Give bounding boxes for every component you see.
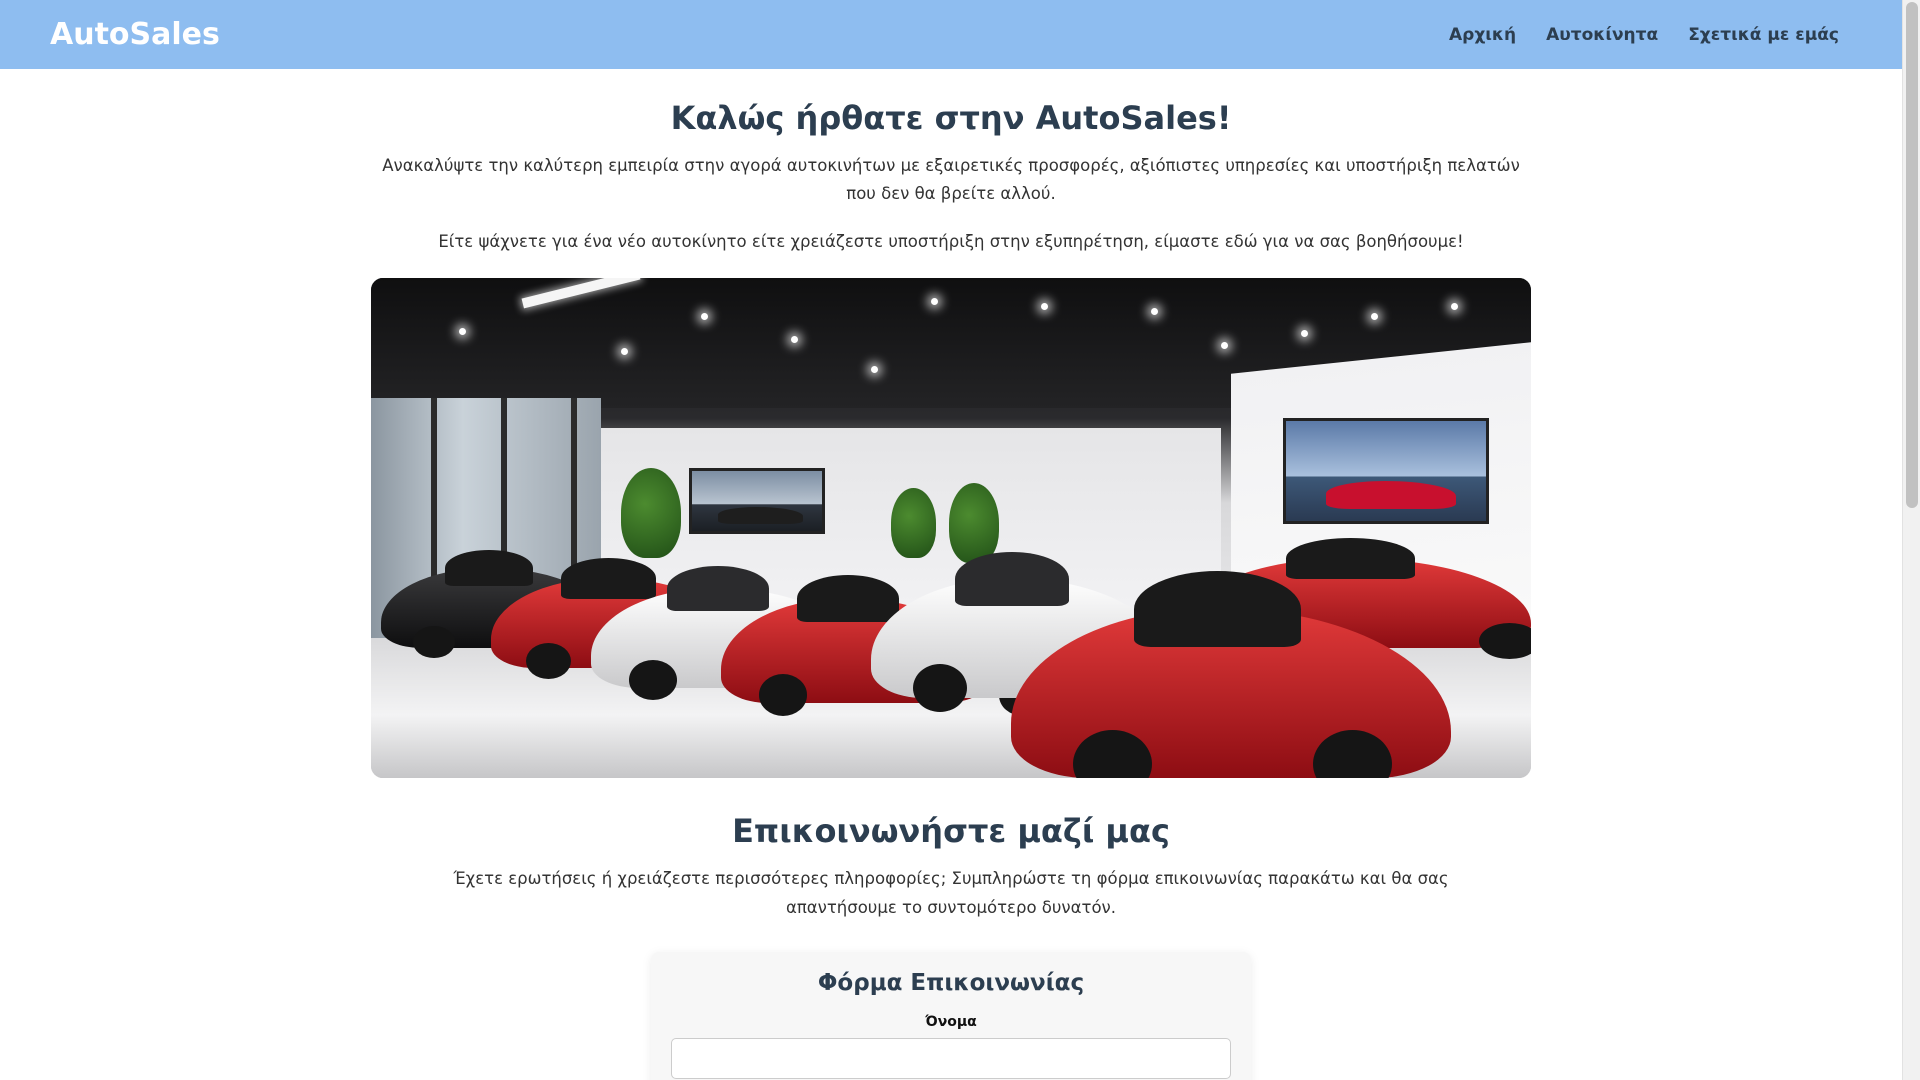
- browser-viewport: AutoSales Αρχική Αυτοκίνητα Σχετικά με ε…: [0, 0, 1920, 1080]
- contact-form: Φόρμα Επικοινωνίας Όνομα: [651, 952, 1251, 1080]
- ceiling-light: [871, 366, 878, 373]
- poster-car: [718, 507, 803, 524]
- hero-section: Καλώς ήρθατε στην AutoSales! Ανακαλύψτε …: [0, 69, 1902, 778]
- ceiling-light: [1041, 303, 1048, 310]
- ceiling-light: [621, 348, 628, 355]
- ceiling-light: [931, 298, 938, 305]
- nav-link-cars[interactable]: Αυτοκίνητα: [1546, 25, 1658, 45]
- ceiling-light: [1301, 330, 1308, 337]
- contact-section: Επικοινωνήστε μαζί μας Έχετε ερωτήσεις ή…: [0, 812, 1902, 1080]
- ceiling-light: [1451, 303, 1458, 310]
- name-input[interactable]: [671, 1038, 1231, 1079]
- plant: [621, 468, 681, 558]
- nav-link-about[interactable]: Σχετικά με εμάς: [1688, 25, 1839, 45]
- plant: [949, 483, 999, 563]
- ceiling-light: [701, 313, 708, 320]
- ceiling-light: [1221, 342, 1228, 349]
- ceiling-light: [1151, 308, 1158, 315]
- intro-paragraph-secondary: Είτε ψάχνετε για ένα νέο αυτοκίνητο είτε…: [438, 232, 1464, 251]
- brand-logo[interactable]: AutoSales: [50, 17, 220, 52]
- name-label: Όνομα: [925, 1014, 977, 1030]
- ceiling-light: [791, 336, 798, 343]
- poster-car: [1326, 481, 1456, 509]
- contact-title: Επικοινωνήστε μαζί μας: [732, 812, 1170, 850]
- plant: [891, 488, 936, 558]
- page-scrollbar[interactable]: [1902, 0, 1920, 1080]
- site-header: AutoSales Αρχική Αυτοκίνητα Σχετικά με ε…: [0, 0, 1902, 69]
- intro-paragraph: Ανακαλύψτε την καλύτερη εμπειρία στην αγ…: [382, 156, 1520, 203]
- scrollbar-thumb[interactable]: [1906, 2, 1918, 508]
- main-nav: Αρχική Αυτοκίνητα Σχετικά με εμάς: [1449, 25, 1839, 45]
- contact-description: Έχετε ερωτήσεις ή χρειάζεστε περισσότερε…: [453, 869, 1449, 917]
- contact-form-title: Φόρμα Επικοινωνίας: [817, 970, 1085, 996]
- nav-link-home[interactable]: Αρχική: [1449, 25, 1516, 45]
- wall-poster: [1283, 418, 1489, 524]
- car-showroom-image: [371, 278, 1531, 778]
- wall-poster: [689, 468, 825, 534]
- ceiling-light: [459, 328, 466, 335]
- ceiling-light: [1371, 313, 1378, 320]
- page-title: Καλώς ήρθατε στην AutoSales!: [670, 99, 1232, 137]
- page: AutoSales Αρχική Αυτοκίνητα Σχετικά με ε…: [0, 0, 1902, 1080]
